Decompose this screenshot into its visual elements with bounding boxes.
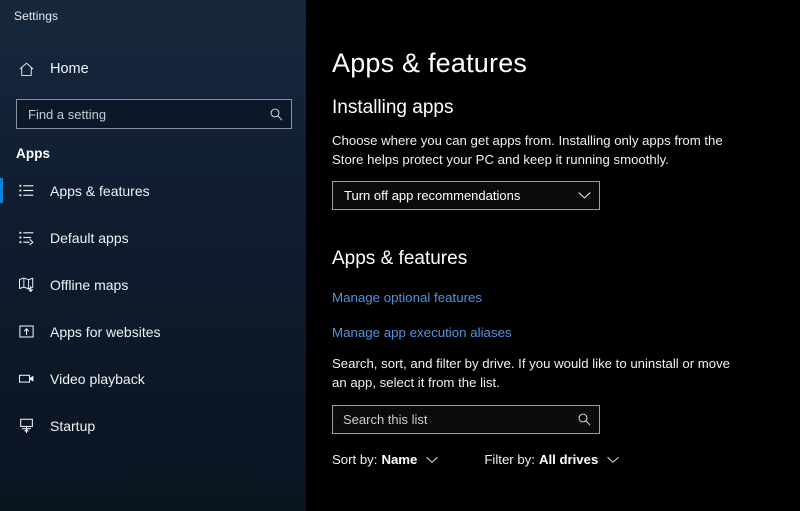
title-bar: Settings xyxy=(0,0,306,32)
list-arrow-icon xyxy=(16,228,36,248)
home-icon xyxy=(16,59,36,79)
sidebar-item-label: Offline maps xyxy=(50,276,129,293)
installing-apps-heading: Installing apps xyxy=(332,97,454,118)
window-title: Settings xyxy=(14,9,59,23)
apps-features-heading: Apps & features xyxy=(332,248,468,269)
window-arrow-icon xyxy=(16,322,36,342)
manage-optional-features-link[interactable]: Manage optional features xyxy=(332,290,482,305)
sidebar: Settings Home Apps xyxy=(0,0,306,511)
sort-by-value: Name xyxy=(381,452,418,467)
manage-app-execution-aliases-link[interactable]: Manage app execution aliases xyxy=(332,325,512,340)
settings-window: Settings Home Apps xyxy=(0,0,800,511)
sort-filter-row: Sort by: Name Filter by: All drives xyxy=(332,452,800,467)
map-download-icon xyxy=(16,275,36,295)
sidebar-group-title: Apps xyxy=(16,146,51,161)
monitor-arrow-icon xyxy=(16,416,36,436)
sidebar-item-apps-for-websites[interactable]: Apps for websites xyxy=(0,315,306,348)
app-list-search-box[interactable] xyxy=(332,405,600,434)
sidebar-item-default-apps[interactable]: Default apps xyxy=(0,221,306,254)
sidebar-item-apps-features[interactable]: Apps & features xyxy=(0,174,306,207)
search-icon[interactable] xyxy=(573,412,599,427)
sidebar-nav: Apps & features Default apps Offline map… xyxy=(0,174,306,442)
sidebar-item-label: Startup xyxy=(50,417,96,434)
app-recommendations-value: Turn off app recommendations xyxy=(344,188,521,203)
sidebar-item-label: Default apps xyxy=(50,229,129,246)
search-this-list-input[interactable] xyxy=(333,406,573,433)
sidebar-item-startup[interactable]: Startup xyxy=(0,409,306,442)
sidebar-item-home-label: Home xyxy=(50,61,89,77)
chevron-down-icon xyxy=(569,191,599,200)
sidebar-item-label: Video playback xyxy=(50,370,145,387)
search-icon[interactable] xyxy=(265,107,291,122)
settings-search-box[interactable] xyxy=(16,99,292,129)
video-camera-icon xyxy=(16,369,36,389)
chevron-down-icon xyxy=(607,456,619,464)
filter-by-label: Filter by: xyxy=(484,452,535,467)
chevron-down-icon xyxy=(426,456,439,464)
selection-indicator xyxy=(0,178,3,203)
search-input[interactable] xyxy=(17,100,265,128)
page-title: Apps & features xyxy=(332,48,528,78)
main-content: Apps & features Installing apps Choose w… xyxy=(306,0,800,511)
installing-apps-description: Choose where you can get apps from. Inst… xyxy=(332,133,723,167)
sidebar-item-offline-maps[interactable]: Offline maps xyxy=(0,268,306,301)
apps-features-description: Search, sort, and filter by drive. If yo… xyxy=(332,356,731,390)
filter-by-dropdown[interactable]: Filter by: All drives xyxy=(484,452,619,467)
filter-by-value: All drives xyxy=(538,452,599,467)
sort-by-label: Sort by: xyxy=(332,452,378,467)
list-icon xyxy=(16,181,36,201)
sort-by-dropdown[interactable]: Sort by: Name xyxy=(332,452,439,467)
app-recommendations-dropdown[interactable]: Turn off app recommendations xyxy=(332,181,600,210)
sidebar-item-video-playback[interactable]: Video playback xyxy=(0,362,306,395)
sidebar-item-home[interactable]: Home xyxy=(0,52,306,86)
sidebar-item-label: Apps & features xyxy=(50,182,150,199)
sidebar-item-label: Apps for websites xyxy=(50,323,161,340)
